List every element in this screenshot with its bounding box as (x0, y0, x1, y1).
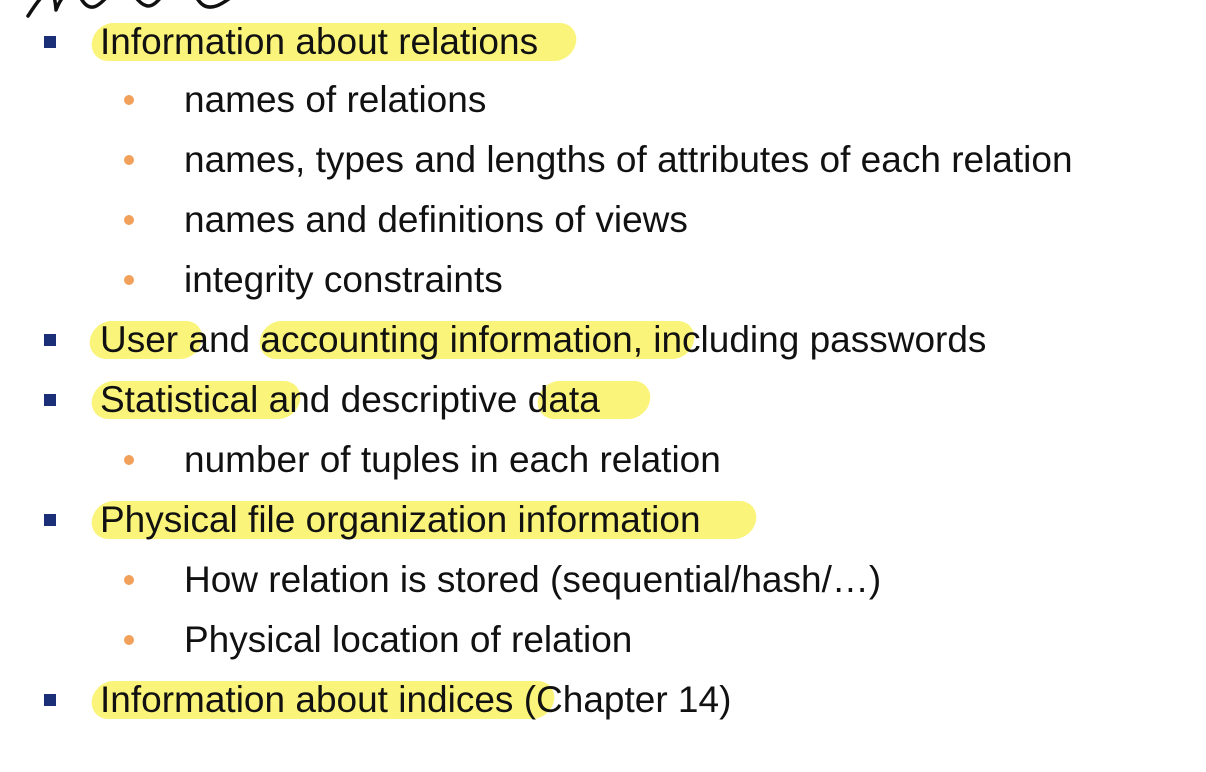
subitem-text: names of relations (184, 79, 487, 120)
square-bullet-icon (44, 514, 56, 526)
round-bullet-icon (124, 455, 134, 465)
subitem-text: names and definitions of views (184, 199, 688, 240)
round-bullet-icon (124, 275, 134, 285)
bullet-item-indices: Information about indices (Chapter 14) (44, 674, 732, 726)
bullet-item-text: Information about relations (100, 21, 539, 62)
bullet-item-text: Information about indices (Chapter 14) (100, 679, 732, 720)
square-bullet-icon (44, 36, 56, 48)
subitem-text: Physical location of relation (184, 619, 633, 660)
bullet-item-user-accounting: User and accounting information, includi… (44, 314, 987, 366)
bullet-item-text: Statistical and descriptive data (100, 379, 600, 420)
square-bullet-icon (44, 694, 56, 706)
bullet-item-statistical: Statistical and descriptive data (44, 374, 653, 426)
subitem-text: names, types and lengths of attributes o… (184, 139, 1073, 180)
subitem-integrity-constraints: integrity constraints (124, 254, 503, 306)
subitem-how-stored: How relation is stored (sequential/hash/… (124, 554, 882, 606)
subitem-views: names and definitions of views (124, 194, 688, 246)
bullet-item-text: Physical file organization information (100, 499, 701, 540)
round-bullet-icon (124, 575, 134, 585)
subitem-text: integrity constraints (184, 259, 503, 300)
round-bullet-icon (124, 155, 134, 165)
subitem-names-of-relations: names of relations (124, 74, 487, 126)
round-bullet-icon (124, 95, 134, 105)
subitem-attributes: names, types and lengths of attributes o… (124, 134, 1073, 186)
square-bullet-icon (44, 334, 56, 346)
subitem-physical-location: Physical location of relation (124, 614, 633, 666)
bullet-item-text: User and accounting information, includi… (100, 319, 987, 360)
square-bullet-icon (44, 394, 56, 406)
bullet-item-relations: Information about relations (44, 16, 579, 68)
subitem-number-of-tuples: number of tuples in each relation (124, 434, 721, 486)
subitem-text: How relation is stored (sequential/hash/… (184, 559, 882, 600)
subitem-text: number of tuples in each relation (184, 439, 721, 480)
bullet-item-physical-file: Physical file organization information (44, 494, 759, 546)
round-bullet-icon (124, 635, 134, 645)
round-bullet-icon (124, 215, 134, 225)
